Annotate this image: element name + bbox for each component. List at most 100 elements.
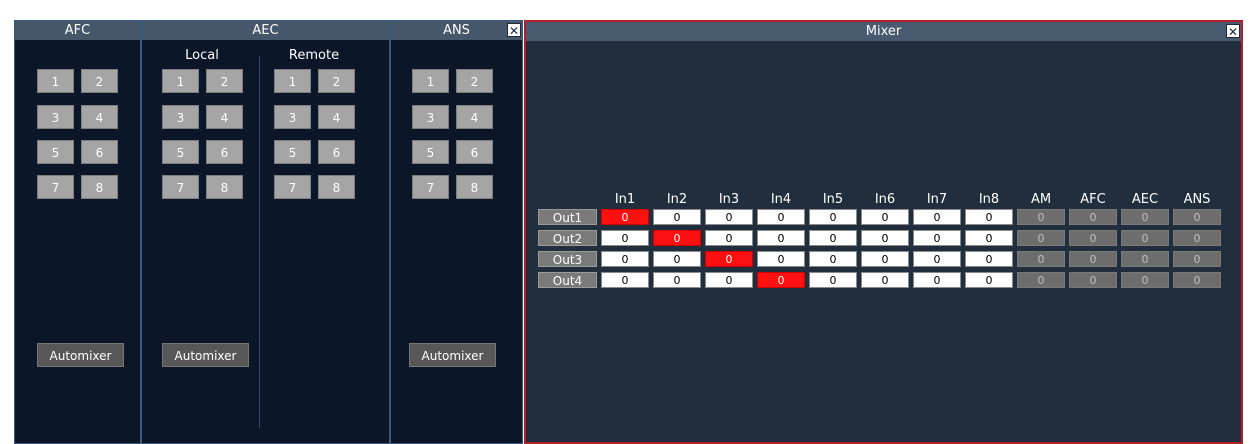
ans-channel-7-button[interactable]: 7	[412, 175, 449, 199]
mixer-cell[interactable]: 0	[1017, 272, 1065, 288]
afc-channel-4-button[interactable]: 4	[81, 105, 118, 129]
mixer-panel: Mixer ✕ In1 In2 In3 In4 In5 In6 In7 In8 …	[524, 20, 1243, 444]
mixer-cell[interactable]: 0	[861, 272, 909, 288]
mixer-cell[interactable]: 0	[653, 251, 701, 267]
aec-remote-4-button[interactable]: 4	[318, 105, 355, 129]
mixer-cell[interactable]: 0	[705, 230, 753, 246]
afc-channel-5-button[interactable]: 5	[37, 140, 74, 164]
mixer-cell[interactable]: 0	[809, 209, 857, 225]
mixer-cell[interactable]: 0	[809, 272, 857, 288]
ans-title: ANS	[391, 21, 522, 40]
ans-channel-3-button[interactable]: 3	[412, 105, 449, 129]
aec-remote-5-button[interactable]: 5	[274, 140, 311, 164]
mixer-cell[interactable]: 0	[861, 209, 909, 225]
mixer-cell[interactable]: 0	[1069, 272, 1117, 288]
mixer-cell[interactable]: 0	[913, 209, 961, 225]
mixer-col-in3: In3	[718, 192, 740, 207]
mixer-cell[interactable]: 0	[705, 209, 753, 225]
mixer-cell[interactable]: 0	[861, 251, 909, 267]
ans-panel: ANS ✕ 1 2 3 4 5 6 7 8 Automixer	[390, 20, 523, 444]
aec-local-4-button[interactable]: 4	[206, 105, 243, 129]
mixer-cell[interactable]: 0	[653, 209, 701, 225]
mixer-col-am: AM	[1030, 192, 1052, 207]
mixer-col-in4: In4	[770, 192, 792, 207]
mixer-cell[interactable]: 0	[913, 230, 961, 246]
mixer-cell[interactable]: 0	[1121, 230, 1169, 246]
afc-channel-6-button[interactable]: 6	[81, 140, 118, 164]
mixer-cell[interactable]: 0	[1017, 209, 1065, 225]
mixer-close-icon[interactable]: ✕	[1226, 24, 1240, 39]
aec-remote-2-button[interactable]: 2	[318, 69, 355, 93]
mixer-cell[interactable]: 0	[861, 230, 909, 246]
mixer-cell[interactable]: 0	[1017, 251, 1065, 267]
mixer-cell[interactable]: 0	[1121, 272, 1169, 288]
mixer-row-out4[interactable]: Out4	[538, 272, 597, 288]
afc-channel-2-button[interactable]: 2	[81, 69, 118, 93]
mixer-cell[interactable]: 0	[601, 251, 649, 267]
aec-local-3-button[interactable]: 3	[162, 105, 199, 129]
mixer-cell[interactable]: 0	[757, 251, 805, 267]
mixer-row-out2[interactable]: Out2	[538, 230, 597, 246]
aec-remote-1-button[interactable]: 1	[274, 69, 311, 93]
mixer-cell[interactable]: 0	[601, 230, 649, 246]
mixer-cell[interactable]: 0	[809, 230, 857, 246]
mixer-cell[interactable]: 0	[965, 272, 1013, 288]
mixer-cell[interactable]: 0	[1173, 230, 1221, 246]
aec-local-8-button[interactable]: 8	[206, 175, 243, 199]
mixer-title: Mixer	[526, 22, 1241, 41]
afc-channel-1-button[interactable]: 1	[37, 69, 74, 93]
afc-channel-8-button[interactable]: 8	[81, 175, 118, 199]
ans-title-text: ANS	[443, 23, 470, 38]
ans-channel-5-button[interactable]: 5	[412, 140, 449, 164]
mixer-cell[interactable]: 0	[1069, 251, 1117, 267]
aec-local-7-button[interactable]: 7	[162, 175, 199, 199]
afc-automixer-button[interactable]: Automixer	[37, 343, 124, 367]
ans-close-icon[interactable]: ✕	[507, 23, 521, 38]
mixer-row-out3[interactable]: Out3	[538, 251, 597, 267]
mixer-cell[interactable]: 0	[913, 272, 961, 288]
mixer-cell[interactable]: 0	[757, 230, 805, 246]
mixer-cell[interactable]: 0	[1121, 251, 1169, 267]
mixer-cell[interactable]: 0	[1173, 272, 1221, 288]
mixer-cell[interactable]: 0	[653, 230, 701, 246]
mixer-row-out1[interactable]: Out1	[538, 209, 597, 225]
afc-channel-7-button[interactable]: 7	[37, 175, 74, 199]
ans-channel-2-button[interactable]: 2	[456, 69, 493, 93]
ans-channel-8-button[interactable]: 8	[456, 175, 493, 199]
afc-channel-3-button[interactable]: 3	[37, 105, 74, 129]
ans-channel-4-button[interactable]: 4	[456, 105, 493, 129]
mixer-cell[interactable]: 0	[1069, 230, 1117, 246]
dsp-window: AFC 1 2 3 4 5 6 7 8 Automixer AEC Local …	[0, 0, 1250, 444]
aec-automixer-button[interactable]: Automixer	[162, 343, 249, 367]
aec-local-6-button[interactable]: 6	[206, 140, 243, 164]
mixer-cell[interactable]: 0	[1121, 209, 1169, 225]
aec-local-5-button[interactable]: 5	[162, 140, 199, 164]
aec-local-2-button[interactable]: 2	[206, 69, 243, 93]
mixer-cell[interactable]: 0	[1173, 209, 1221, 225]
mixer-cell[interactable]: 0	[757, 272, 805, 288]
mixer-cell[interactable]: 0	[1173, 251, 1221, 267]
mixer-col-ans: ANS	[1183, 192, 1211, 207]
mixer-cell[interactable]: 0	[965, 209, 1013, 225]
aec-remote-3-button[interactable]: 3	[274, 105, 311, 129]
mixer-cell[interactable]: 0	[601, 209, 649, 225]
aec-remote-8-button[interactable]: 8	[318, 175, 355, 199]
mixer-cell[interactable]: 0	[965, 251, 1013, 267]
mixer-cell[interactable]: 0	[757, 209, 805, 225]
mixer-cell[interactable]: 0	[1017, 230, 1065, 246]
mixer-cell[interactable]: 0	[653, 272, 701, 288]
mixer-cell[interactable]: 0	[705, 251, 753, 267]
aec-local-1-button[interactable]: 1	[162, 69, 199, 93]
mixer-cell[interactable]: 0	[601, 272, 649, 288]
aec-remote-7-button[interactable]: 7	[274, 175, 311, 199]
aec-panel: AEC Local Remote 1 2 3 4 5 6 7 8 1 2 3 4…	[141, 20, 390, 444]
mixer-cell[interactable]: 0	[913, 251, 961, 267]
ans-channel-6-button[interactable]: 6	[456, 140, 493, 164]
mixer-cell[interactable]: 0	[965, 230, 1013, 246]
aec-remote-6-button[interactable]: 6	[318, 140, 355, 164]
ans-channel-1-button[interactable]: 1	[412, 69, 449, 93]
mixer-cell[interactable]: 0	[809, 251, 857, 267]
mixer-cell[interactable]: 0	[705, 272, 753, 288]
ans-automixer-button[interactable]: Automixer	[409, 343, 496, 367]
mixer-cell[interactable]: 0	[1069, 209, 1117, 225]
